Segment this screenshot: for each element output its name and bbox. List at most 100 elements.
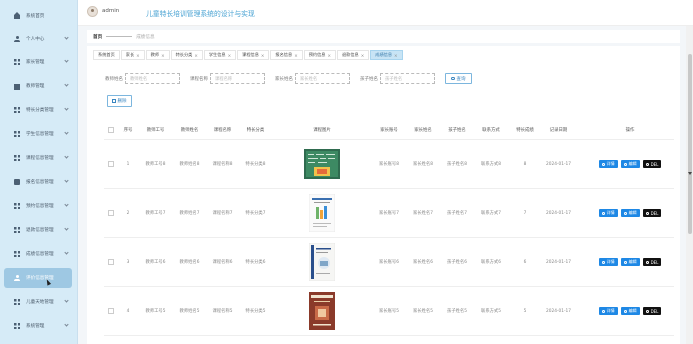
delete-button[interactable]: DEL (642, 258, 662, 266)
sidebar-item-students[interactable]: 学生信息管理 (0, 124, 78, 144)
table-row: 4 教师工号5 教师姓名5 课程名称5 特长分类5 家长账号5 家长姓名5 孩子… (104, 287, 674, 336)
cell-date: 2024-01-17 (546, 161, 571, 167)
edit-button[interactable]: 编辑 (620, 160, 640, 168)
tag-label: 特长分类 (175, 52, 193, 57)
row-checkbox[interactable] (108, 210, 114, 216)
grid-icon (14, 323, 20, 329)
sidebar-item-appointments[interactable]: 预约信息管理 (0, 196, 78, 216)
chevron-down-icon (64, 226, 69, 231)
sidebar-item-registration[interactable]: 报名信息管理 (0, 172, 78, 192)
tag-label: 家长 (125, 52, 135, 57)
delete-icon (645, 260, 649, 264)
bank-icon (14, 83, 20, 90)
sidebar-item-courses[interactable]: 课程信息管理 (0, 148, 78, 168)
tag-students[interactable]: 学生信息 × (203, 50, 237, 60)
tag-home[interactable]: 系统首页 (93, 50, 120, 60)
cell-parent-name: 家长姓名7 (413, 211, 433, 216)
close-icon[interactable]: × (394, 53, 398, 58)
scrollbar-thumb[interactable] (687, 54, 692, 234)
chevron-down-icon (64, 58, 69, 63)
header-cell: 教师姓名 (180, 128, 199, 133)
edit-icon (623, 309, 627, 313)
header-cell: 孩子姓名 (448, 128, 466, 133)
detail-button[interactable]: 详情 (598, 160, 618, 168)
tag-courses[interactable]: 课程信息 × (237, 50, 270, 60)
row-checkbox[interactable] (108, 161, 114, 167)
batch-delete-button[interactable]: 删除 (107, 95, 132, 107)
cell-parent-name: 家长姓名5 (413, 309, 433, 314)
close-icon[interactable]: × (261, 53, 265, 58)
edit-label: 编辑 (628, 161, 637, 166)
breadcrumb-home[interactable]: 首页 (93, 34, 102, 40)
tag-label: 课程信息 (242, 52, 259, 57)
sidebar-item-label: 成绩信息管理 (26, 252, 54, 257)
edit-button[interactable]: 编辑 (620, 209, 640, 217)
sidebar-item-talent-category[interactable]: 特长分类管理 (0, 100, 78, 120)
close-icon[interactable]: × (161, 53, 165, 58)
header-cell: 特长分类 (246, 128, 265, 133)
tag-appointments[interactable]: 预约信息 × (303, 50, 336, 60)
parent-name-input[interactable]: 家长姓名 (295, 73, 350, 84)
delete-button[interactable]: DEL (642, 209, 662, 217)
select-all-checkbox[interactable] (108, 127, 114, 133)
edit-button[interactable]: 编辑 (620, 307, 640, 315)
header-cell: 课程名称 (213, 128, 232, 133)
cell-parent-account: 家长账号8 (379, 162, 399, 167)
sidebar-item-home[interactable]: 系统首页 (0, 6, 78, 26)
search-icon (601, 211, 605, 215)
cell-parent-account: 家长账号5 (379, 309, 399, 314)
cell-teacher-name: 教师姓名7 (179, 211, 200, 216)
table-row: 3 教师工号6 教师姓名6 课程名称6 特长分类6 家长账号6 家长姓名6 孩子… (104, 238, 674, 287)
app-title: 儿童特长培训管理系统的设计与实现 (146, 10, 255, 18)
tag-talent-category[interactable]: 特长分类 × (170, 50, 203, 60)
close-icon[interactable]: × (194, 53, 198, 58)
sidebar-item-kids-world[interactable]: 儿童天地管理 (0, 292, 78, 312)
close-icon[interactable]: × (327, 53, 331, 58)
row-checkbox[interactable] (108, 308, 114, 314)
close-icon[interactable]: × (294, 53, 298, 58)
cell-course: 课程名称7 (212, 211, 233, 216)
tag-registration[interactable]: 报名信息 × (270, 50, 303, 60)
sidebar-item-scores[interactable]: 成绩信息管理 (0, 244, 78, 264)
close-icon[interactable]: × (361, 53, 365, 58)
close-icon[interactable]: × (136, 53, 140, 58)
tag-label: 系统首页 (98, 52, 115, 57)
sidebar-item-label: 系统管理 (26, 324, 45, 329)
chevron-down-icon (64, 298, 69, 303)
detail-button[interactable]: 详情 (598, 258, 618, 266)
course-name-input[interactable]: 课程名称 (210, 73, 265, 84)
delete-icon (645, 309, 649, 313)
detail-label: 详情 (606, 308, 615, 313)
teacher-name-input[interactable]: 教师姓名 (125, 73, 180, 84)
sidebar-item-reviews[interactable]: 评价信息管理 (4, 268, 72, 288)
vertical-scrollbar[interactable] (686, 26, 693, 344)
close-icon[interactable]: × (228, 53, 232, 58)
tag-refunds[interactable]: 退款信息 × (336, 50, 370, 60)
sidebar: 系统首页 个人中心 家长管理 教师管理 特长分类管理 学生信息管理 课程信息管理… (0, 0, 78, 344)
edit-button[interactable]: 编辑 (620, 258, 640, 266)
avatar[interactable] (87, 6, 98, 17)
sidebar-item-personal-center[interactable]: 个人中心 (0, 29, 78, 49)
sidebar-item-refunds[interactable]: 退款信息管理 (0, 220, 78, 240)
detail-button[interactable]: 详情 (598, 307, 618, 315)
sidebar-item-system[interactable]: 系统管理 (0, 316, 78, 336)
grid-icon (14, 59, 20, 65)
detail-button[interactable]: 详情 (598, 209, 618, 217)
sidebar-item-parents[interactable]: 家长管理 (0, 52, 78, 72)
chevron-down-icon (64, 35, 69, 40)
scroll-arrow-icon[interactable] (687, 172, 692, 175)
cell-teacher-name: 教师姓名5 (179, 309, 200, 314)
delete-button[interactable]: DEL (642, 160, 662, 168)
sidebar-item-teachers[interactable]: 教师管理 (0, 76, 78, 96)
tag-label: 退款信息 (341, 52, 359, 57)
child-name-label: 孩子姓名 (360, 76, 378, 82)
tag-scores[interactable]: 成绩信息 × (370, 50, 403, 60)
search-button[interactable]: 查询 (445, 73, 472, 84)
child-name-input[interactable]: 孩子姓名 (380, 73, 435, 84)
row-checkbox[interactable] (108, 259, 114, 265)
chevron-down-icon (64, 82, 69, 87)
tag-parents[interactable]: 家长 × (120, 50, 145, 60)
cell-teacher-id: 教师工号5 (145, 309, 166, 314)
tag-teachers[interactable]: 教师 × (145, 50, 170, 60)
delete-button[interactable]: DEL (642, 307, 662, 315)
